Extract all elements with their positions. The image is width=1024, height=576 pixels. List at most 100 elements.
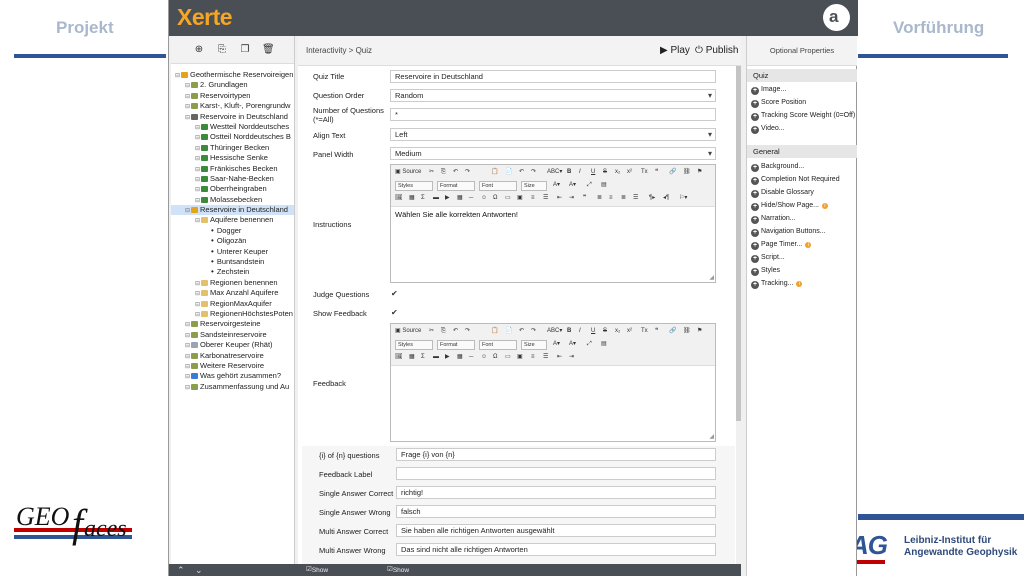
source-button[interactable]: ▣ Source [395,327,421,336]
strike-icon[interactable]: S [603,327,607,336]
tree-item[interactable]: ⊟ Fränkisches Becken [171,164,294,174]
add-general-property-item[interactable]: + Completion Not Required [751,176,840,185]
redo2-icon[interactable]: ↷ [531,168,536,177]
undo2-icon[interactable]: ↶ [519,168,524,177]
underline-icon[interactable]: U [591,168,595,177]
italic-icon[interactable]: I [579,327,581,336]
tree-item[interactable]: ⊟ Reservoire in Deutschland [171,112,294,122]
tree-item[interactable]: ⊟ Was gehört zusammen? [171,371,294,381]
question-order-select[interactable]: Random [390,89,716,102]
show-toolbar-toggle[interactable]: ☑ Show Toolbar [387,565,409,575]
justify-icon[interactable]: ☰ [633,194,638,203]
hr-icon[interactable]: ─ [469,194,473,203]
tree-item[interactable]: ⊟ Molassebecken [171,195,294,205]
copy-text-icon[interactable]: ⎘ [441,168,446,177]
table-icon[interactable]: ▦ [457,353,463,362]
add-general-property-item[interactable]: + Hide/Show Page... i [751,202,828,211]
add-quiz-property-item[interactable]: + Tracking Score Weight (0=Off) [751,112,855,121]
add-quiz-property-item[interactable]: + Score Position [751,99,806,108]
text-color-icon[interactable]: A▾ [553,340,560,349]
bold-icon[interactable]: B [567,168,571,177]
add-general-property-item[interactable]: + Narration... [751,215,796,224]
subscript-icon[interactable]: x₂ [615,327,620,336]
size-dropdown[interactable]: Size [521,340,547,350]
tree-item[interactable]: ⊟ Zusammenfassung und Au [171,382,294,392]
paste-icon[interactable]: 📋 [491,168,498,177]
language-icon[interactable]: ⚐▾ [679,194,687,203]
pagebreak-icon[interactable]: ▭ [505,194,511,203]
blockquote-icon[interactable]: ❝ [655,327,658,336]
redo-icon[interactable]: ↷ [465,327,470,336]
tree-item[interactable]: • Buntsandstein [171,257,294,267]
align-left-icon[interactable]: ≣ [597,194,602,203]
source-button[interactable]: ▣ Source [395,168,421,177]
align-center-icon[interactable]: ≡ [609,194,613,203]
resize-handle-icon[interactable]: ◢ [709,274,714,281]
maximize-icon[interactable]: ⤢ [587,340,592,349]
tree-item[interactable]: ⊟ Max Anzahl Aquifere [171,288,294,298]
indent-icon[interactable]: ⇥ [569,194,574,203]
omega-icon[interactable]: Ω [493,194,498,203]
remove-format-icon[interactable]: Tx [641,327,648,336]
redo2-icon[interactable]: ↷ [531,327,536,336]
spellcheck-icon[interactable]: ABC▾ [547,168,562,177]
feedback-text[interactable] [391,366,715,442]
ltr-icon[interactable]: ¶▸ [649,194,655,203]
tree-item[interactable]: ⊟ Thüringer Becken [171,143,294,153]
tree-item[interactable]: ⊟ Oberrheingraben [171,184,294,194]
user-logo-icon[interactable]: a [823,4,850,31]
copy-text-icon[interactable]: ⎘ [441,327,446,336]
indent-icon[interactable]: ⇥ [569,353,574,362]
italic-icon[interactable]: I [579,168,581,177]
undo-icon[interactable]: ↶ [453,168,458,177]
styles-dropdown[interactable]: Styles [395,181,433,191]
bg-color-icon[interactable]: A▾ [569,181,576,190]
single-wrong-input[interactable]: falsch [396,505,716,518]
editor-scrollbar-thumb[interactable] [736,66,741,421]
tree-item[interactable]: ⊟ Oberer Keuper (Rhät) [171,340,294,350]
superscript-icon[interactable]: x² [627,168,632,177]
hr-icon[interactable]: ─ [469,353,473,362]
paste-text-icon[interactable]: 📄 [505,327,512,336]
feedback-label-input[interactable] [396,467,716,480]
bullet-list-icon[interactable]: ☰ [543,194,548,203]
sigma-icon[interactable]: Σ [421,194,425,203]
quote-icon[interactable]: ❞ [583,194,586,203]
styles-dropdown[interactable]: Styles [395,340,433,350]
judge-questions-checkbox[interactable]: ✔ [391,290,399,298]
tree-item[interactable]: • Dogger [171,226,294,236]
expand-icon[interactable]: ⌄ [195,564,203,576]
cut-icon[interactable]: ✂ [429,168,434,177]
cut-icon[interactable]: ✂ [429,327,434,336]
youtube-icon[interactable]: ▶ [445,353,450,362]
anchor-icon[interactable]: ⚑ [697,327,702,336]
flash-icon[interactable]: ▦ [409,353,415,362]
remove-format-icon[interactable]: Tx [641,168,648,177]
outdent-icon[interactable]: ⇤ [557,194,562,203]
flash-icon[interactable]: ▦ [409,194,415,203]
show-language-options-toggle[interactable]: ☑ Show Language Options [306,565,328,575]
add-general-property-item[interactable]: + Tracking... i [751,280,803,289]
font-dropdown[interactable]: Font [479,340,517,350]
smiley-icon[interactable]: ☺ [481,353,487,362]
single-correct-input[interactable]: richtig! [396,486,716,499]
numbered-list-icon[interactable]: ≡ [531,194,535,203]
unlink-icon[interactable]: ⛓ [683,327,691,336]
font-dropdown[interactable]: Font [479,181,517,191]
size-dropdown[interactable]: Size [521,181,547,191]
tree-item[interactable]: ⊟ Reservoirgesteine [171,319,294,329]
tree-item[interactable]: ⊟ Karst-, Kluft-, Porengrundw [171,101,294,111]
tree-item[interactable]: ⊟ Saar-Nahe-Becken [171,174,294,184]
tree-item[interactable]: • Oligozän [171,236,294,246]
tree-item[interactable]: ⊟ Reservoirtypen [171,91,294,101]
align-text-select[interactable]: Left [390,128,716,141]
collapse-icon[interactable]: ⌃ [177,564,185,576]
resize-handle-icon[interactable]: ◢ [709,433,714,440]
info-icon[interactable]: i [821,203,828,209]
spellcheck-icon[interactable]: ABC▾ [547,327,562,336]
undo-icon[interactable]: ↶ [453,327,458,336]
tree-item[interactable]: • Zechstein [171,267,294,277]
panel-width-select[interactable]: Medium [390,147,716,160]
info-icon[interactable]: i [805,242,812,248]
align-right-icon[interactable]: ≣ [621,194,626,203]
